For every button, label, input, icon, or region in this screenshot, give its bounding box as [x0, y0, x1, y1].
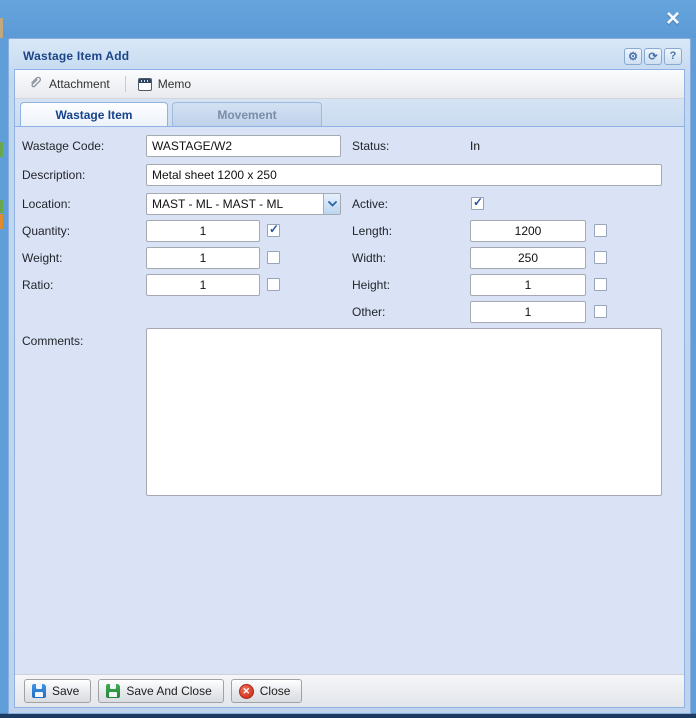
paperclip-icon [28, 75, 43, 93]
attachment-label: Attachment [49, 77, 110, 91]
save-icon [32, 684, 46, 698]
quantity-checkbox[interactable] [267, 224, 280, 237]
chevron-down-icon[interactable] [323, 194, 340, 214]
comments-textarea[interactable] [146, 328, 662, 496]
save-and-close-button[interactable]: Save And Close [98, 679, 223, 703]
backdrop-fragment [0, 214, 3, 229]
ratio-checkbox[interactable] [267, 278, 280, 291]
close-button[interactable]: ✕ Close [231, 679, 303, 703]
close-circle-icon: ✕ [239, 684, 254, 699]
weight-label: Weight: [22, 251, 62, 265]
weight-checkbox[interactable] [267, 251, 280, 264]
window-close-icon[interactable]: × [660, 5, 686, 33]
ratio-input[interactable] [146, 274, 260, 296]
backdrop-fragment [0, 142, 3, 157]
save-and-close-icon [106, 684, 120, 698]
dialog-title: Wastage Item Add [23, 49, 624, 63]
help-icon[interactable]: ? [664, 48, 682, 65]
close-label: Close [260, 684, 291, 698]
memo-icon [138, 78, 152, 91]
length-label: Length: [352, 224, 392, 238]
memo-button[interactable]: Memo [133, 74, 199, 94]
other-label: Other: [352, 305, 385, 319]
toolbar-separator [125, 76, 126, 92]
height-label: Height: [352, 278, 390, 292]
length-checkbox[interactable] [594, 224, 607, 237]
save-label: Save [52, 684, 79, 698]
active-checkbox[interactable] [471, 197, 484, 210]
quantity-input[interactable] [146, 220, 260, 242]
location-value: MAST - ML - MAST - ML [147, 194, 323, 214]
wastage-item-form: Wastage Code: Status: In Description: Lo… [15, 127, 684, 674]
footer-toolbar: Save Save And Close ✕ Close [15, 674, 684, 707]
length-input[interactable] [470, 220, 586, 242]
dialog-header[interactable]: Wastage Item Add ⚙ ⟳ ? [13, 43, 686, 69]
wastage-code-input[interactable] [146, 135, 341, 157]
width-input[interactable] [470, 247, 586, 269]
description-input[interactable] [146, 164, 662, 186]
wastage-code-label: Wastage Code: [22, 139, 104, 153]
dialog-toolbar: Attachment Memo [15, 70, 684, 99]
location-combobox[interactable]: MAST - ML - MAST - ML [146, 193, 341, 215]
tabstrip: Wastage Item Movement [15, 99, 684, 127]
attachment-button[interactable]: Attachment [23, 72, 118, 96]
height-input[interactable] [470, 274, 586, 296]
dialog-body: Attachment Memo Wastage Item Movement Wa… [14, 69, 685, 708]
refresh-icon[interactable]: ⟳ [644, 48, 662, 65]
status-label: Status: [352, 139, 389, 153]
wastage-item-add-dialog: Wastage Item Add ⚙ ⟳ ? Attachment Memo [8, 38, 691, 714]
dialog-tools: ⚙ ⟳ ? [624, 48, 682, 65]
tab-movement[interactable]: Movement [172, 102, 322, 126]
gear-icon[interactable]: ⚙ [624, 48, 642, 65]
comments-label: Comments: [22, 334, 83, 348]
other-checkbox[interactable] [594, 305, 607, 318]
active-label: Active: [352, 197, 388, 211]
backdrop-fragment [0, 18, 3, 38]
weight-input[interactable] [146, 247, 260, 269]
ratio-label: Ratio: [22, 278, 53, 292]
status-value: In [470, 139, 480, 153]
other-input[interactable] [470, 301, 586, 323]
parent-window-titlebar: × [0, 0, 696, 38]
backdrop-fragment [0, 200, 3, 213]
width-checkbox[interactable] [594, 251, 607, 264]
description-label: Description: [22, 168, 85, 182]
height-checkbox[interactable] [594, 278, 607, 291]
memo-label: Memo [158, 77, 191, 91]
save-and-close-label: Save And Close [126, 684, 211, 698]
width-label: Width: [352, 251, 386, 265]
tab-wastage-item[interactable]: Wastage Item [20, 102, 168, 126]
save-button[interactable]: Save [24, 679, 91, 703]
quantity-label: Quantity: [22, 224, 70, 238]
location-label: Location: [22, 197, 71, 211]
